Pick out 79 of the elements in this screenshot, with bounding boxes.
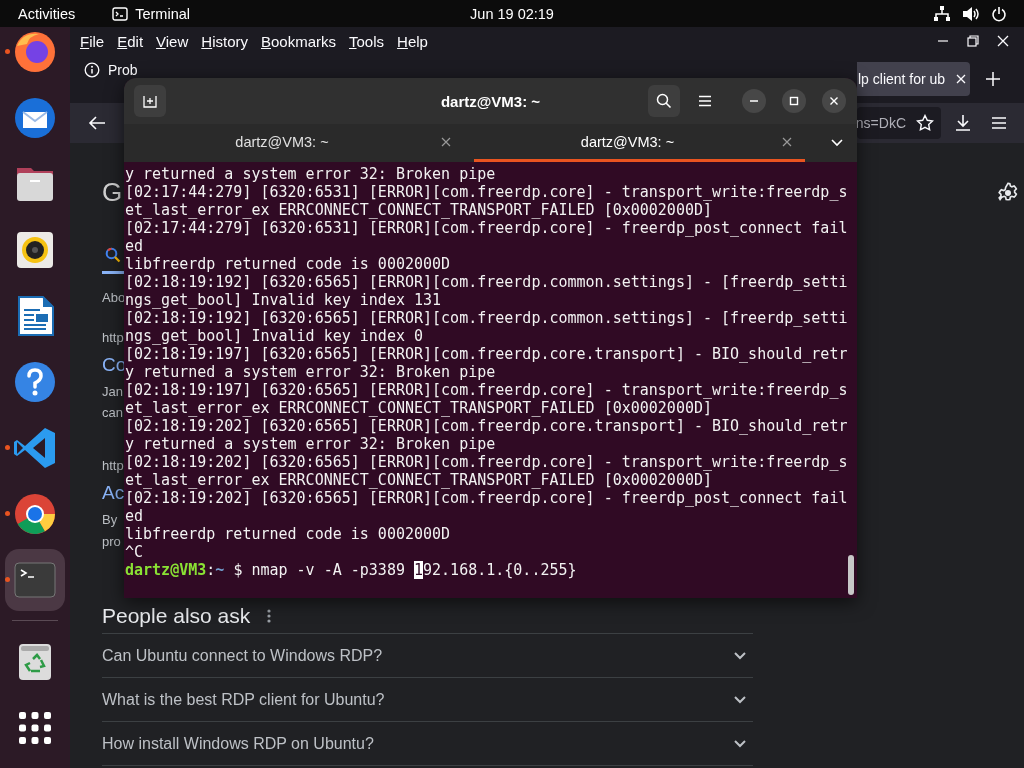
snippet-text: pro <box>102 533 121 551</box>
snippet-text: can <box>102 404 123 422</box>
more-options-icon[interactable] <box>266 607 273 624</box>
minimize-button[interactable] <box>742 89 766 113</box>
volume-icon[interactable] <box>962 5 980 22</box>
menu-item[interactable]: History <box>201 32 248 50</box>
back-arrow-icon[interactable] <box>88 115 106 131</box>
terminal-line: y returned a system error 32: Broken pipe <box>125 435 496 453</box>
browser-tab[interactable]: Prob <box>84 62 138 78</box>
terminal-line: [02:18:19:197] [6320:6565] [ERROR][com.freerdp.core.transport] - BIO_should_retr <box>125 345 848 363</box>
terminal-line: [02:18:19:202] [6320:6565] [ERROR][com.freerdp.core] - freerdp_post_connect fail <box>125 489 848 507</box>
network-icon[interactable] <box>933 5 951 22</box>
chevron-down-icon[interactable] <box>830 138 844 148</box>
browser-tab[interactable]: lp client for ub <box>857 62 970 96</box>
app-menu[interactable]: Terminal <box>112 5 190 22</box>
snippet-text: Jan <box>102 383 123 401</box>
terminal-line: [02:18:19:197] [6320:6565] [ERROR][com.freerdp.core] - transport_write:freerdp_s <box>125 381 848 399</box>
terminal-line: et_last_error_ex ERRCONNECT_CONNECT_TRANSPORT_FAILED [0x0002000D] <box>125 201 712 219</box>
snippet-text: Abo <box>102 289 126 307</box>
new-tab-icon <box>142 93 158 109</box>
terminal-line: ngs_get_bool] Invalid key index 0 <box>125 327 423 345</box>
menu-icon <box>698 95 712 107</box>
terminal-line: y returned a system error 32: Broken pipe <box>125 165 496 183</box>
logo[interactable]: G <box>102 177 123 207</box>
terminal-line: et_last_error_ex ERRCONNECT_CONNECT_TRANSPORT_FAILED [0x0002000D] <box>125 399 712 417</box>
chevron-down-icon <box>733 650 747 661</box>
terminal-line: [02:17:44:279] [6320:6531] [ERROR][com.freerdp.core] - freerdp_post_connect fail <box>125 219 848 237</box>
search-button[interactable] <box>648 85 680 117</box>
new-tab-button[interactable] <box>134 85 166 117</box>
settings-icon[interactable] <box>997 182 1019 204</box>
section-heading: People also ask <box>102 603 251 628</box>
maximize-icon <box>787 94 801 108</box>
terminal-line: et_last_error_ex ERRCONNECT_CONNECT_TRANSPORT_FAILED [0x0002000D] <box>125 471 712 489</box>
plus-icon[interactable] <box>985 71 1001 87</box>
info-icon <box>84 62 100 78</box>
terminal-tab[interactable]: dartz@VM3: ~ <box>124 124 474 162</box>
result-title[interactable]: Ac <box>102 481 125 505</box>
menu-item[interactable]: Edit <box>117 32 144 50</box>
terminal-line: ed <box>125 507 144 525</box>
terminal-line: ^C <box>125 543 144 561</box>
activities-button[interactable]: Activities <box>18 5 76 22</box>
menu-item[interactable]: File <box>80 32 105 50</box>
terminal-line: ed <box>125 237 144 255</box>
question-row[interactable]: What is the best RDP client for Ubuntu? <box>102 678 753 722</box>
terminal-line: y returned a system error 32: Broken pipe <box>125 363 496 381</box>
clock[interactable]: Jun 19 02:19 <box>466 5 558 22</box>
menu-item[interactable]: Help <box>397 32 428 50</box>
star-icon[interactable] <box>916 114 934 132</box>
menu-item[interactable]: Tools <box>349 32 385 50</box>
snippet-text: By <box>102 511 118 529</box>
terminal-line: libfreerdp returned code is 0002000D <box>125 255 451 273</box>
address-field[interactable]: ns=DkC <box>857 107 941 139</box>
scrollbar[interactable] <box>848 555 854 595</box>
chevron-down-icon <box>733 694 747 705</box>
search-icon <box>656 93 672 109</box>
terminal-line: libfreerdp returned code is 0002000D <box>125 525 451 543</box>
terminal-tab[interactable]: dartz@VM3: ~ <box>474 124 805 162</box>
terminal-line: [02:18:19:192] [6320:6565] [ERROR][com.freerdp.common.settings] - [freerdp_setti <box>125 273 848 291</box>
result-url[interactable]: http <box>102 457 124 475</box>
terminal-line: ngs_get_bool] Invalid key index 131 <box>125 291 442 309</box>
maximize-button[interactable] <box>782 89 806 113</box>
download-icon[interactable] <box>954 114 972 132</box>
menu-icon[interactable] <box>990 115 1008 131</box>
menu-item[interactable]: View <box>156 32 189 50</box>
terminal-line: [02:18:19:192] [6320:6565] [ERROR][com.freerdp.common.settings] - [freerdp_setti <box>125 309 848 327</box>
power-icon[interactable] <box>991 5 1007 22</box>
terminal-icon <box>112 6 129 21</box>
window-title: dartz@VM3: ~ <box>440 92 541 110</box>
terminal-line: [02:17:44:279] [6320:6531] [ERROR][com.freerdp.core] - transport_write:freerdp_s <box>125 183 848 201</box>
prompt-line: dartz@VM3:~ $ nmap -v -A -p3389 192.168.1.{0..255} <box>125 561 577 579</box>
result-url[interactable]: http <box>102 329 124 347</box>
menu-item[interactable]: Bookmarks <box>261 32 337 50</box>
search-icon <box>105 247 121 263</box>
terminal-line: [02:18:19:202] [6320:6565] [ERROR][com.freerdp.core] - transport_write:freerdp_s <box>125 453 848 471</box>
question-row[interactable]: Can Ubuntu connect to Windows RDP? <box>102 634 753 678</box>
terminal-line: [02:18:19:202] [6320:6565] [ERROR][com.freerdp.core.transport] - BIO_should_retr <box>125 417 848 435</box>
question-row[interactable]: How install Windows RDP on Ubuntu? <box>102 722 753 766</box>
close-button[interactable] <box>822 89 846 113</box>
chevron-down-icon <box>733 738 747 749</box>
